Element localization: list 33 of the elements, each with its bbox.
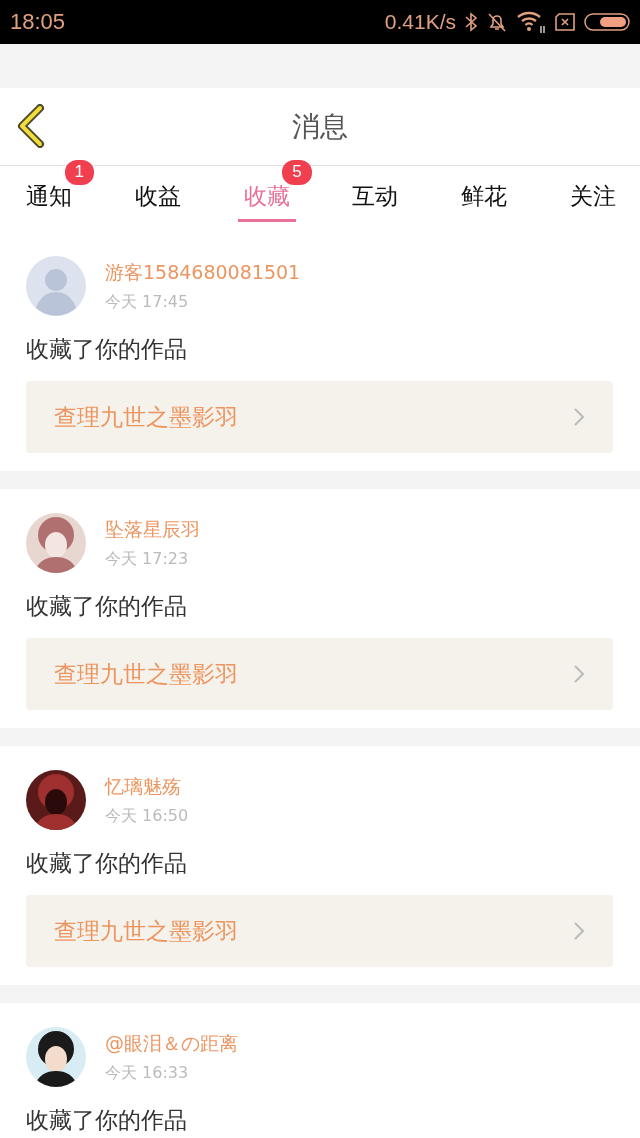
user-name[interactable]: @眼泪＆の距离: [105, 1030, 238, 1057]
chevron-right-icon: [573, 921, 585, 941]
message-text: 收藏了你的作品: [26, 592, 188, 621]
chevron-right-icon: [573, 664, 585, 684]
count-badge: 5: [282, 160, 312, 185]
user-name[interactable]: 坠落星辰羽: [105, 516, 200, 543]
count-badge: 1: [64, 160, 94, 185]
user-name[interactable]: 忆璃魅殇: [105, 773, 189, 800]
timestamp: 今天 17:23: [105, 548, 190, 570]
wifi-icon: [516, 10, 546, 34]
timestamp: 今天 16:33: [105, 1062, 190, 1084]
chevron-right-icon: [573, 407, 585, 427]
tab[interactable]: 鲜花: [455, 166, 514, 222]
avatar-icon: [26, 256, 86, 316]
message-text: 收藏了你的作品: [26, 335, 188, 364]
tab[interactable]: 互动: [346, 166, 405, 222]
timestamp: 今天 17:45: [105, 291, 190, 313]
battery-icon: [584, 12, 630, 32]
work-link[interactable]: 查理九世之墨影羽: [26, 638, 613, 710]
tab[interactable]: 收益: [128, 166, 187, 222]
sim-card-icon: [554, 13, 576, 31]
message-text: 收藏了你的作品: [26, 849, 188, 878]
page-title: 消息: [292, 108, 348, 145]
work-link[interactable]: 查理九世之墨影羽: [26, 895, 613, 967]
muted-bell-icon: [486, 11, 508, 33]
user-name[interactable]: 游客1584680081501: [105, 259, 301, 286]
tab[interactable]: 关注: [564, 166, 622, 222]
network-speed: 0.41K/s: [384, 10, 456, 34]
message-text: 收藏了你的作品: [26, 1106, 188, 1135]
work-link[interactable]: 查理九世之墨影羽: [26, 381, 613, 453]
bluetooth-icon: [464, 12, 478, 32]
clock: 18:05: [10, 9, 66, 35]
timestamp: 今天 16:50: [105, 805, 189, 827]
